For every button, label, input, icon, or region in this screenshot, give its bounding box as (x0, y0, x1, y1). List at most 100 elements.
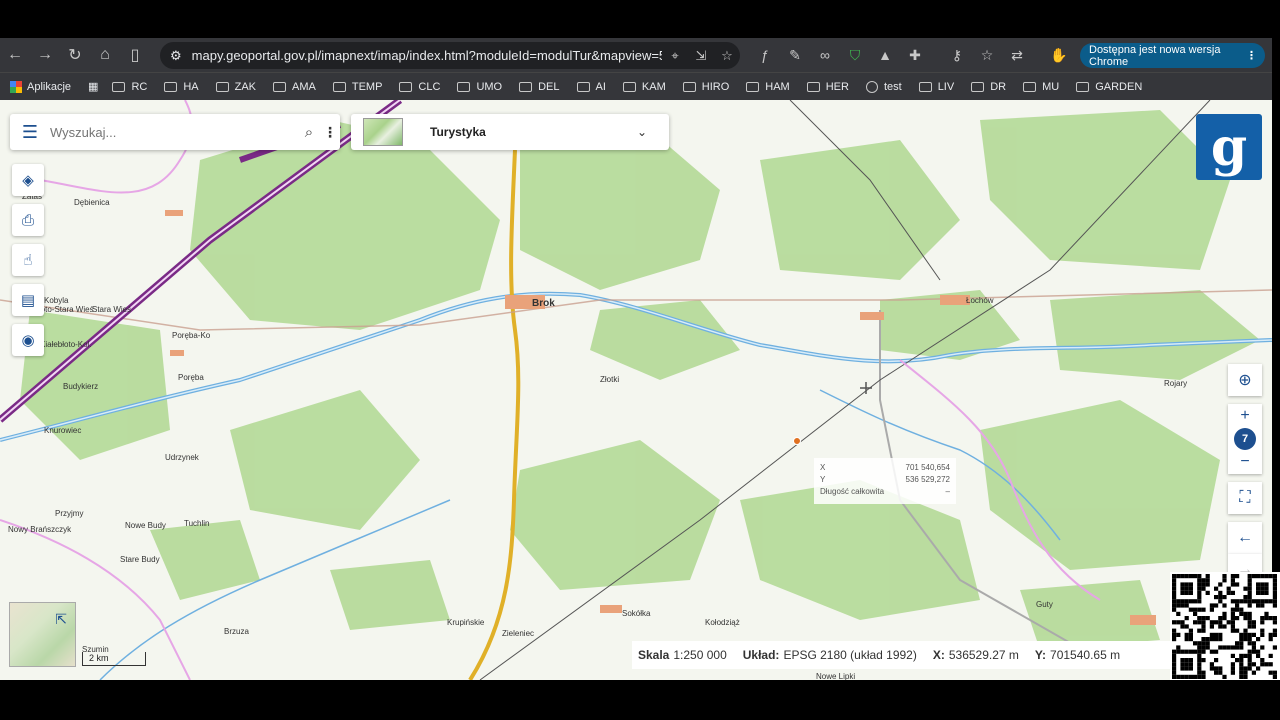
map-canvas[interactable]: Dębienica Zatas Kobyla Złoto-Stara Wieś … (0, 100, 1272, 680)
hand-extension-icon[interactable]: ✋ (1044, 47, 1074, 64)
status-bar: Skala 1:250 000 Układ: EPSG 2180 (układ 19… (632, 641, 1172, 669)
bookmark-folder[interactable]: HER (806, 81, 849, 93)
qr-code-graphic (1172, 574, 1277, 679)
bookmark-folder[interactable]: AI (576, 81, 606, 93)
folder-icon (215, 81, 229, 92)
password-key-icon[interactable]: ⚷ (942, 47, 972, 64)
place-label: Poręba-Ko (172, 331, 211, 340)
translate-icon[interactable]: ⇄ (1002, 47, 1032, 64)
bookmark-folder[interactable]: DEL (519, 81, 560, 93)
folder-icon (519, 81, 533, 92)
bookmark-folder[interactable]: CLC (399, 81, 440, 93)
place-label: Budykierz (63, 382, 99, 391)
hamburger-menu-icon[interactable]: ☰ (10, 122, 50, 143)
overview-minimap[interactable]: ⇱ (9, 602, 76, 667)
folder-icon (576, 81, 590, 92)
place-label: Krupińskie (447, 618, 485, 627)
tab-grid-icon[interactable]: ▦ (88, 80, 98, 93)
clipboard-icon[interactable]: ▤ (12, 284, 44, 316)
location-icon[interactable]: ⌖ (662, 48, 688, 64)
bookmark-folder[interactable]: HA (164, 81, 199, 93)
bookmarks-bar: Aplikacje ▦ RC HA ZAK AMA TEMP CLC UMO D… (0, 72, 1272, 100)
update-label: Dostępna jest nowa wersja Chrome (1089, 43, 1221, 68)
place-label: Kiałebłoto-Kol. (40, 340, 92, 349)
basemap-thumbnail (363, 118, 403, 146)
bookmark-folder[interactable]: ZAK (215, 81, 256, 93)
bookmark-folder[interactable]: RC (112, 81, 147, 93)
pointer-tool-icon[interactable]: ☝ (12, 244, 44, 276)
browser-toolbar: ← → ↻ ⌂ ▯ ⚙ mapy.geoportal.gov.pl/imapne… (0, 38, 1272, 72)
expand-icon[interactable]: ⇱ (55, 611, 67, 628)
folder-icon (1023, 81, 1037, 92)
topographic-map[interactable] (0, 100, 1272, 680)
site-info-icon[interactable]: ⚙ (170, 48, 182, 64)
apps-grid-icon (10, 80, 22, 93)
geoportal-logo[interactable]: g (1196, 114, 1262, 180)
back-arrow-icon[interactable]: ← (1228, 522, 1262, 554)
camera-icon[interactable]: ◉ (12, 324, 44, 356)
folder-icon (164, 81, 178, 92)
folder-icon (1076, 81, 1090, 92)
zoom-in-button[interactable]: + (1228, 404, 1262, 428)
reload-icon[interactable]: ↻ (60, 40, 90, 70)
place-label: Kobyla (44, 296, 69, 305)
bookmark-test[interactable]: test (865, 80, 902, 93)
print-icon[interactable]: ⎙ (12, 204, 44, 236)
menu-dots-icon[interactable]: ⋮ (1246, 49, 1257, 62)
place-label: Nowe Lipki (816, 672, 856, 680)
folder-icon (273, 81, 287, 92)
place-label: Brok (532, 298, 555, 309)
zoom-level-badge: 7 (1234, 428, 1256, 450)
eyedropper-extension-icon[interactable]: ✎ (780, 47, 810, 64)
bookmark-folder[interactable]: TEMP (332, 81, 382, 93)
crs-readout[interactable]: Układ: EPSG 2180 (układ 1992) (743, 648, 917, 662)
place-label: Stara Wieś (92, 305, 132, 314)
glasses-extension-icon[interactable]: ∞ (810, 47, 840, 63)
back-icon[interactable]: ← (0, 40, 30, 70)
bookmark-folder[interactable]: AMA (273, 81, 316, 93)
place-label: Kołodziąż (705, 618, 740, 627)
chevron-down-icon[interactable]: ⌄ (637, 125, 647, 139)
fullscreen-icon[interactable]: ⛶ (1228, 482, 1262, 514)
shield-extension-icon[interactable]: ⛉ (840, 47, 870, 64)
bookmark-apps[interactable]: Aplikacje (10, 80, 71, 93)
bookmark-folder[interactable]: KAM (622, 81, 666, 93)
globe-icon (865, 80, 878, 93)
layers-icon[interactable]: ◈ (12, 164, 44, 196)
place-label: Tuchlin (184, 519, 210, 528)
install-app-icon[interactable]: ⇲ (688, 48, 714, 64)
basemap-selector[interactable]: Turystyka ⌄ (351, 114, 669, 150)
bookmark-folder[interactable]: GARDEN (1076, 81, 1142, 93)
address-bar[interactable]: ⚙ mapy.geoportal.gov.pl/imapnext/imap/in… (160, 42, 740, 69)
more-options-icon[interactable]: ⋮ (320, 124, 340, 141)
forward-icon[interactable]: → (30, 40, 60, 70)
place-label: Przyjmy (55, 509, 84, 518)
folder-icon (457, 81, 471, 92)
place-label: Knurowiec (44, 426, 82, 435)
bookmark-folder[interactable]: HAM (746, 81, 790, 93)
search-input[interactable] (50, 124, 298, 140)
bookmark-folder[interactable]: DR (971, 81, 1006, 93)
formula-extension-icon[interactable]: ƒ (750, 47, 780, 63)
bookmark-folder[interactable]: UMO (457, 81, 502, 93)
bookmark-folder[interactable]: HIRO (682, 81, 729, 93)
bookmark-folder[interactable]: LIV (918, 81, 954, 93)
star-icon[interactable]: ☆ (972, 47, 1002, 64)
url-text[interactable]: mapy.geoportal.gov.pl/imapnext/imap/inde… (192, 48, 662, 63)
locate-icon[interactable]: ⊕ (1228, 364, 1262, 396)
search-icon[interactable]: ⌕ (298, 124, 320, 141)
chrome-update-button[interactable]: Dostępna jest nowa wersja Chrome ⋮ (1080, 43, 1265, 68)
place-label: Nowy Brańszczyk (8, 525, 72, 534)
place-label: Stare Budy (120, 555, 160, 564)
home-icon[interactable]: ⌂ (90, 40, 120, 70)
x-coordinate: X: 536529.27 m (932, 648, 1019, 662)
folder-icon (918, 81, 932, 92)
bookmark-folder[interactable]: MU (1023, 81, 1059, 93)
paint-extension-icon[interactable]: ▲ (870, 47, 900, 63)
place-label: Brzuza (224, 627, 249, 636)
puzzle-icon[interactable]: ✚ (900, 47, 930, 64)
bookmark-star-icon[interactable]: ☆ (714, 48, 740, 64)
folder-icon (746, 81, 760, 92)
reading-mode-icon[interactable]: ▯ (120, 40, 150, 70)
zoom-out-button[interactable]: − (1228, 450, 1262, 474)
